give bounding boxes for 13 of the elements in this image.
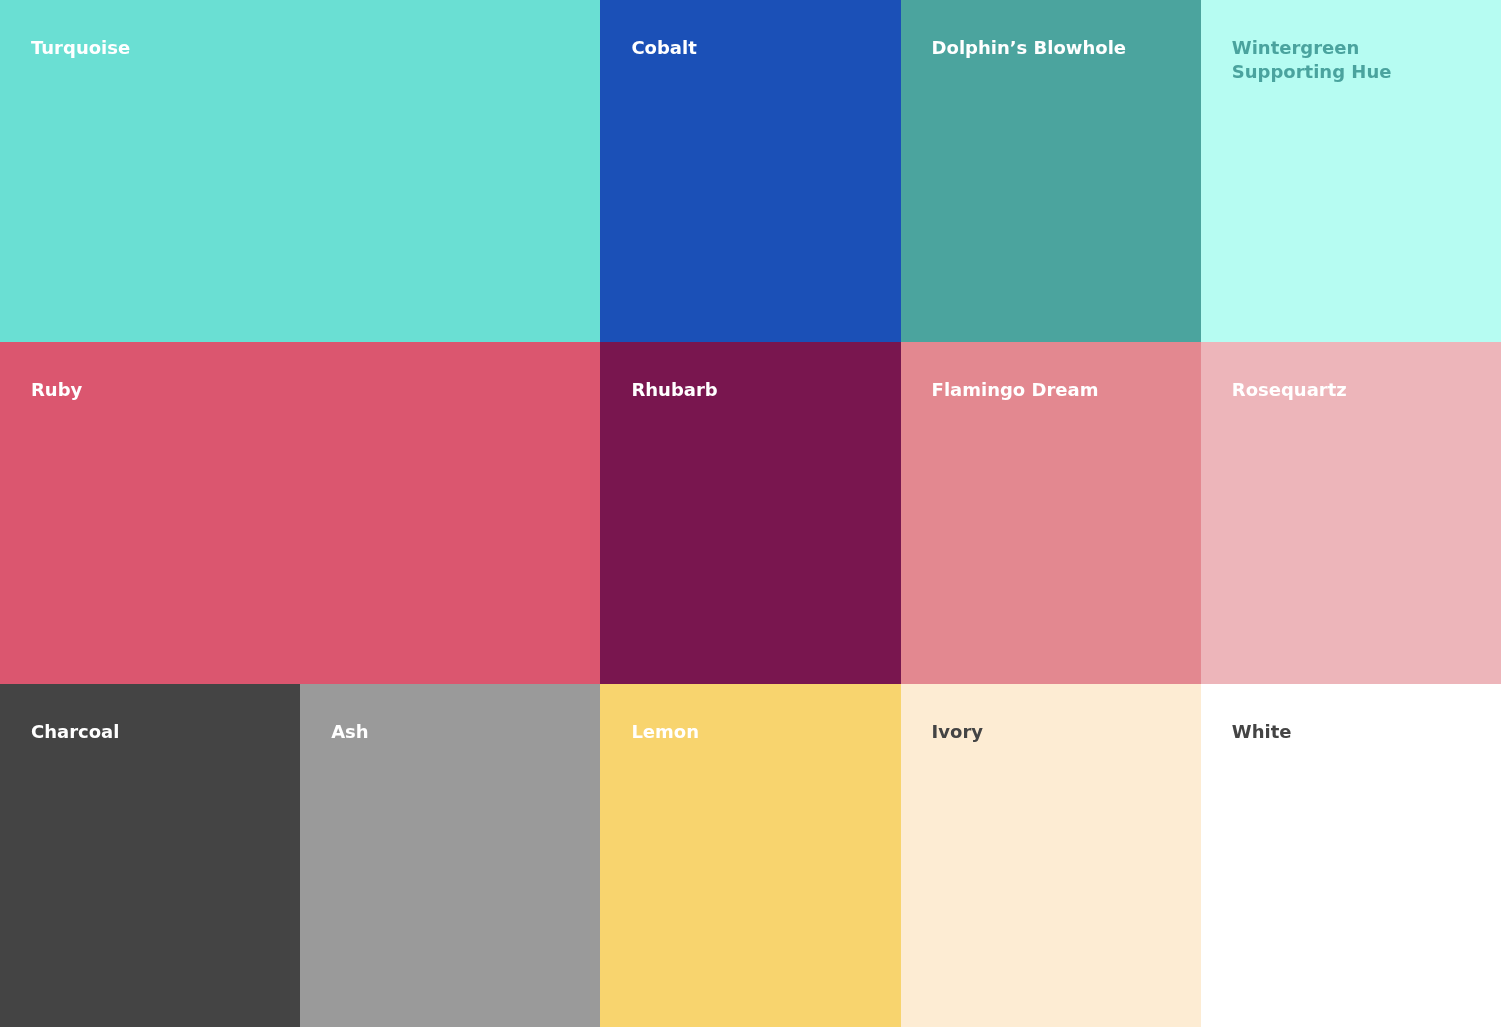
swatch-label: Wintergreen Supporting Hue bbox=[1231, 36, 1393, 84]
swatch-label: Dolphin’s Blowhole bbox=[931, 36, 1127, 60]
swatch-label: Rosequartz bbox=[1231, 378, 1347, 402]
swatch-label: Rhubarb bbox=[631, 378, 718, 402]
swatch-label: White bbox=[1231, 720, 1292, 744]
swatch-label: Ivory bbox=[931, 720, 983, 744]
swatch-label: Ruby bbox=[31, 378, 83, 402]
swatch-label: Flamingo Dream bbox=[931, 378, 1099, 402]
swatch-label: Charcoal bbox=[31, 720, 120, 744]
swatch-label: Cobalt bbox=[631, 36, 697, 60]
swatch-label: Ash bbox=[331, 720, 369, 744]
swatch-label: Lemon bbox=[631, 720, 699, 744]
swatch-label: Turquoise bbox=[31, 36, 131, 60]
